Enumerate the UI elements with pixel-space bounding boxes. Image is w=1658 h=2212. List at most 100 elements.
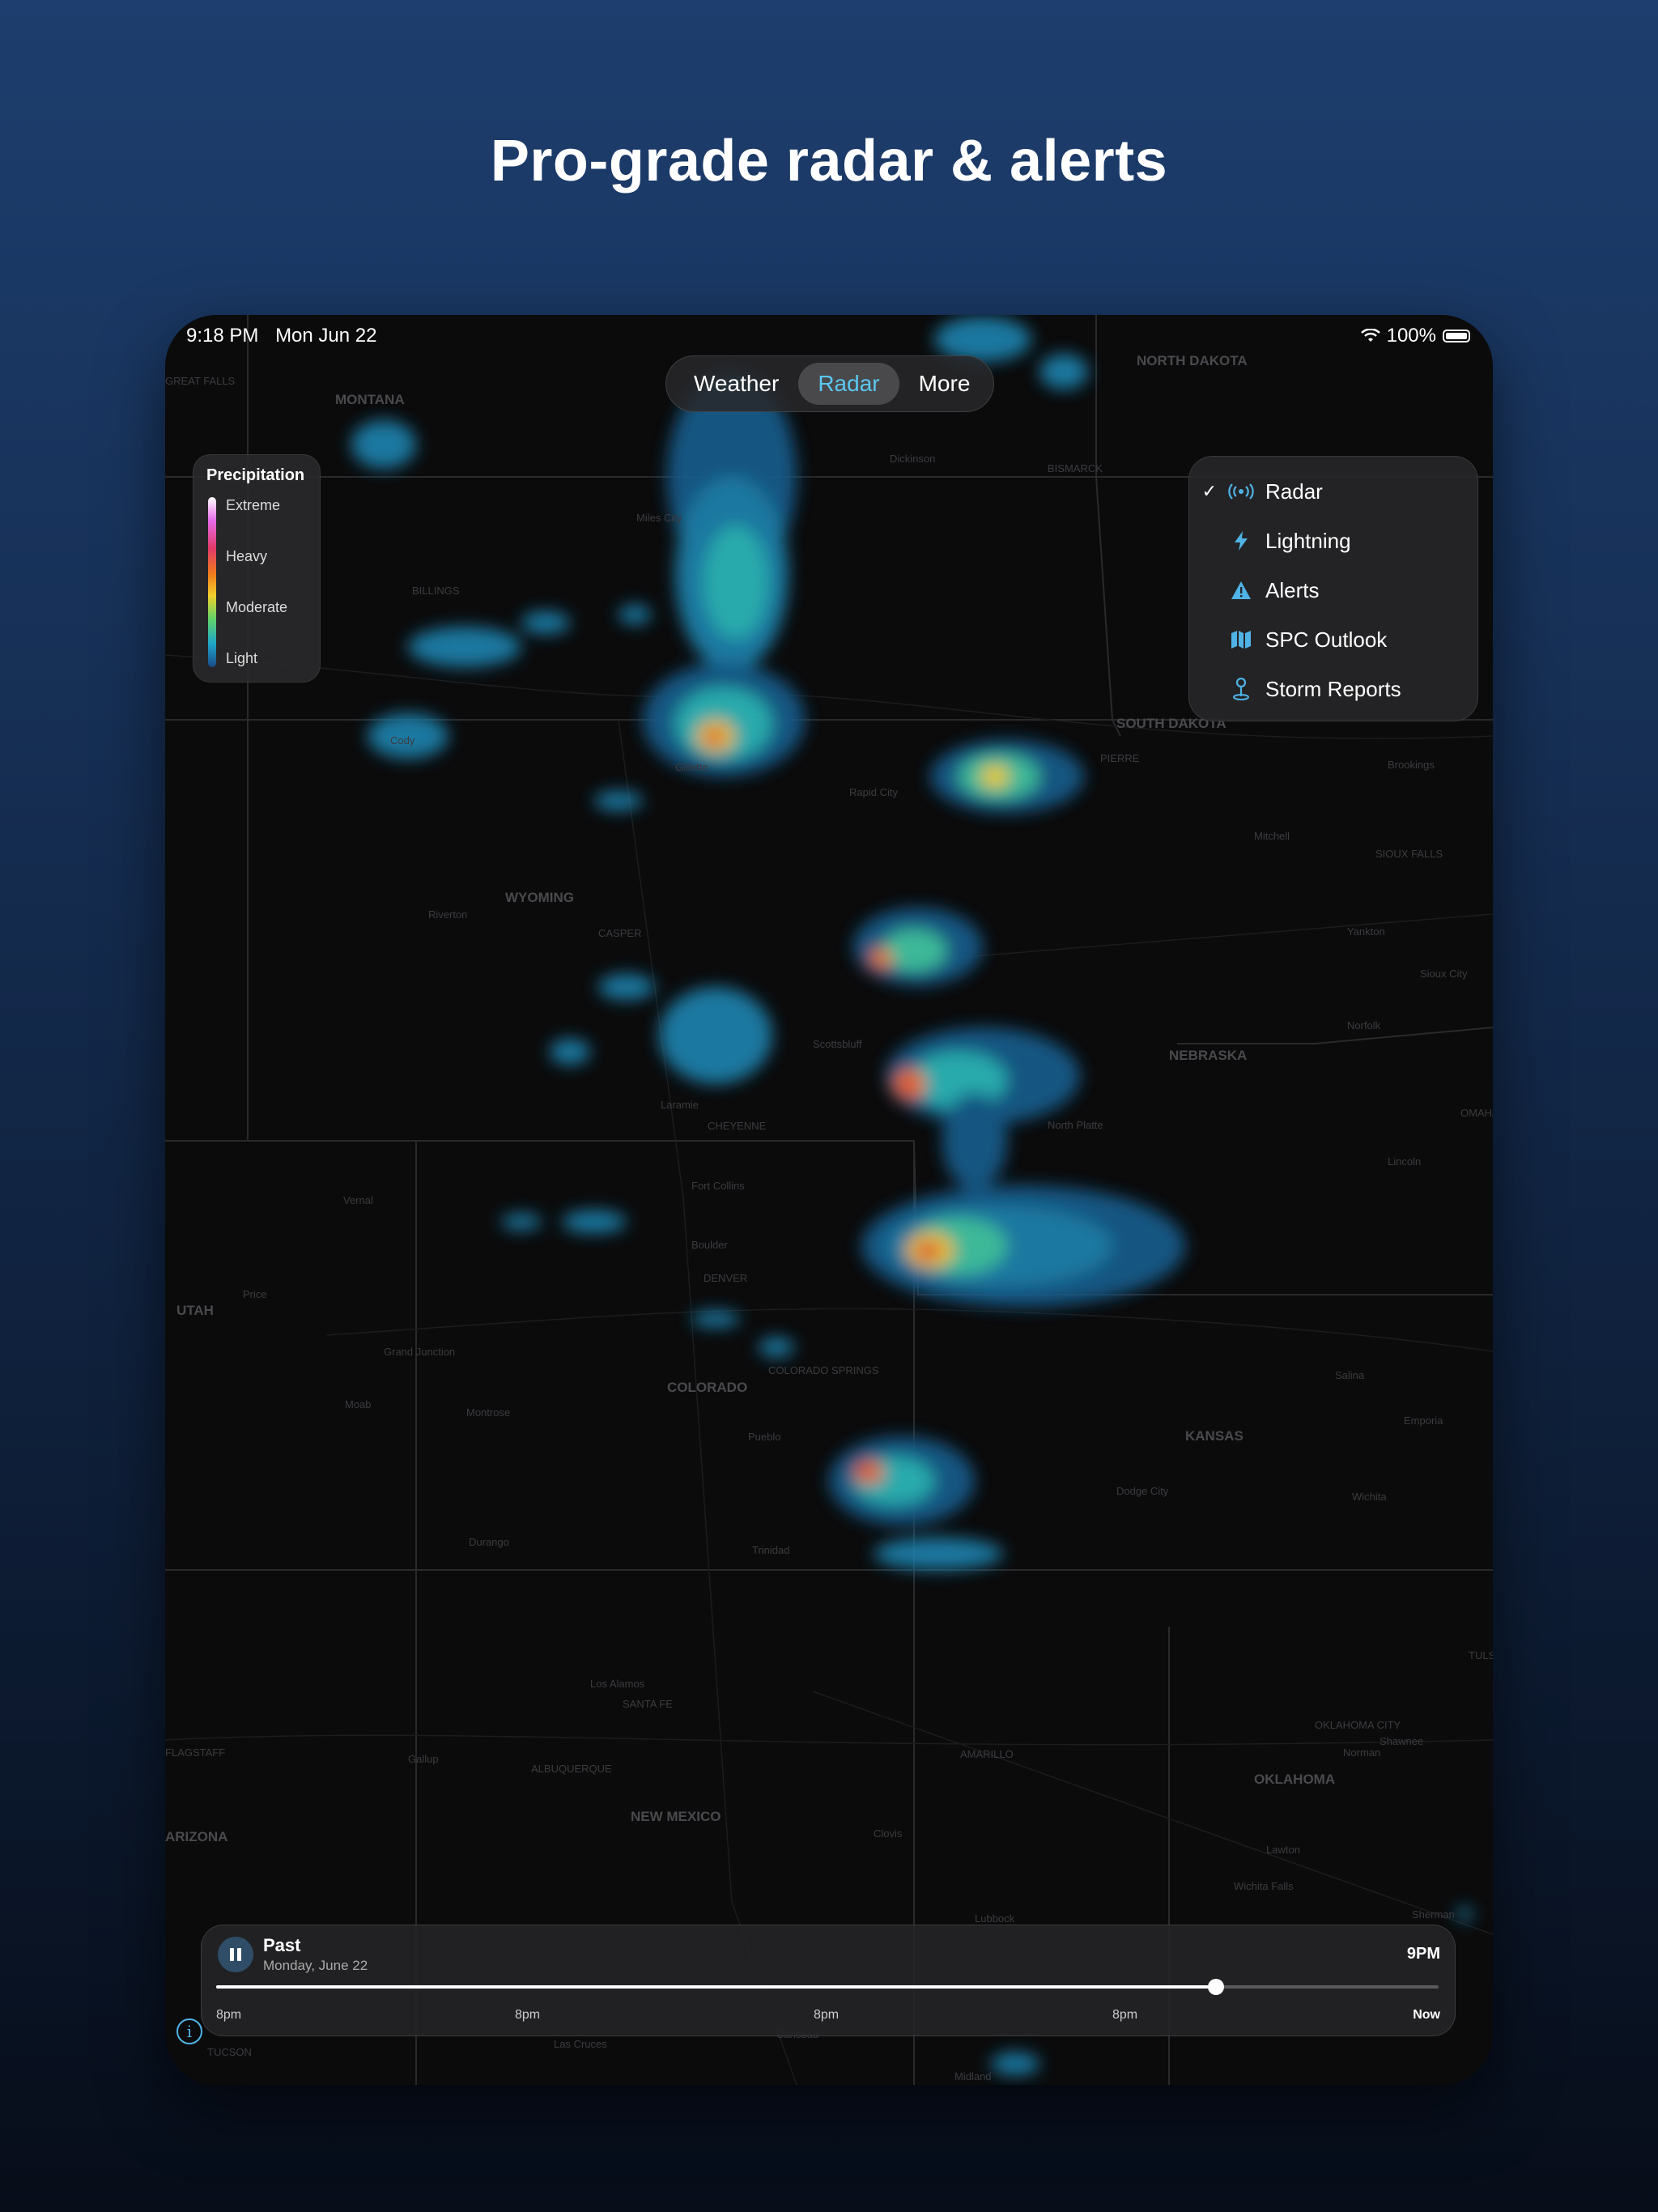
tab-weather[interactable]: Weather: [674, 363, 798, 405]
city-label: SIOUX FALLS: [1375, 848, 1443, 860]
timeline-title: Past: [263, 1935, 301, 1955]
wifi-icon: [1360, 329, 1380, 342]
storm-cell: [853, 908, 983, 985]
city-label: Brookings: [1388, 759, 1435, 771]
city-label: Dickinson: [890, 453, 935, 465]
city-label: Grand Junction: [384, 1346, 455, 1358]
city-label: DENVER: [704, 1272, 747, 1284]
city-label: Salina: [1335, 1369, 1365, 1381]
menu-item-storm-reports[interactable]: Storm Reports: [1189, 669, 1477, 709]
legend-level-extreme: Extreme: [226, 497, 281, 513]
state-label: NEBRASKA: [1169, 1048, 1247, 1063]
timeline-tick: 8pm: [814, 2008, 840, 2022]
city-label: Gallup: [408, 1753, 439, 1765]
city-label: OMAHA: [1460, 1107, 1493, 1119]
city-label: Yankton: [1347, 925, 1385, 938]
city-label: Clovis: [874, 1827, 903, 1840]
city-label: AMARILLO: [960, 1748, 1014, 1760]
city-label: Trinidad: [752, 1544, 789, 1556]
pause-icon: [230, 1948, 234, 1961]
state-label: MONTANA: [335, 392, 405, 407]
city-label: Emporia: [1404, 1414, 1443, 1427]
city-label: Vernal: [343, 1194, 373, 1206]
timeline-progress: [216, 1985, 1217, 1989]
tab-radar[interactable]: Radar: [798, 363, 899, 405]
city-label: BILLINGS: [412, 585, 460, 597]
view-switcher: Weather Radar More: [665, 355, 994, 412]
menu-item-label: Storm Reports: [1265, 676, 1401, 701]
timeline-current-time: 9PM: [1406, 1945, 1440, 1963]
city-label: OKLAHOMA CITY: [1315, 1719, 1401, 1731]
status-time: 9:18 PM Mon Jun 22: [186, 325, 376, 347]
device-frame: MONTANA NORTH DAKOTA SOUTH DAKOTA WYOMIN…: [165, 315, 1493, 2085]
city-label: Riverton: [428, 908, 467, 921]
lightning-bolt-icon: [1217, 530, 1265, 551]
timeline-tick: 8pm: [1112, 2008, 1138, 2022]
storm-cell: [930, 740, 1084, 813]
city-label: Laramie: [661, 1099, 699, 1111]
timeline-date: Monday, June 22: [263, 1958, 368, 1973]
city-label: Moab: [345, 1398, 372, 1410]
city-label: Lubbock: [975, 1912, 1015, 1925]
city-label: Rapid City: [849, 786, 898, 798]
state-label: NORTH DAKOTA: [1137, 353, 1248, 368]
legend-level-heavy: Heavy: [226, 548, 268, 564]
menu-item-lightning[interactable]: Lightning: [1189, 521, 1477, 561]
menu-item-spc-outlook[interactable]: SPC Outlook: [1189, 619, 1477, 660]
city-label: Dodge City: [1116, 1485, 1169, 1497]
city-label: TULSA: [1469, 1649, 1493, 1661]
city-label: Wichita Falls: [1234, 1880, 1294, 1892]
city-label: Los Alamos: [590, 1678, 645, 1690]
menu-item-label: SPC Outlook: [1265, 627, 1388, 652]
city-label: CASPER: [598, 927, 641, 939]
city-label: PIERRE: [1100, 752, 1140, 764]
legend-title: Precipitation: [206, 466, 305, 484]
precipitation-legend: Precipitation Extreme Heavy Moderate Lig…: [193, 454, 321, 683]
timeline-scrubber[interactable]: [216, 1979, 1439, 1995]
status-date: Mon Jun 22: [275, 325, 377, 347]
city-label: Gillette: [675, 761, 708, 773]
city-label: Cody: [390, 734, 415, 747]
map-pin-icon: [1217, 678, 1265, 700]
state-label: ARIZONA: [165, 1829, 227, 1844]
state-label: WYOMING: [505, 890, 574, 905]
city-label: Price: [243, 1288, 267, 1300]
timeline-tick: 8pm: [216, 2008, 242, 2022]
menu-item-alerts[interactable]: Alerts: [1189, 570, 1477, 610]
state-label: NEW MEXICO: [631, 1809, 721, 1824]
city-label: Durango: [469, 1536, 509, 1548]
menu-item-radar[interactable]: ✓ Radar: [1189, 471, 1477, 512]
menu-item-label: Radar: [1265, 479, 1323, 504]
headline: Pro-grade radar & alerts: [490, 129, 1168, 194]
city-label: Sioux City: [1420, 968, 1468, 980]
legend-color-scale: [208, 497, 216, 667]
pause-button[interactable]: [218, 1937, 253, 1972]
state-label: COLORADO: [667, 1380, 747, 1395]
city-label: BISMARCK: [1048, 462, 1103, 474]
timeline-tick: 8pm: [515, 2008, 541, 2022]
city-label: Mitchell: [1254, 830, 1290, 842]
city-label: Lincoln: [1388, 1155, 1421, 1168]
city-label: Boulder: [691, 1239, 728, 1251]
city-label: Pueblo: [748, 1431, 780, 1443]
checkmark-icon: ✓: [1201, 481, 1217, 501]
legend-level-moderate: Moderate: [226, 599, 288, 615]
city-label: SANTA FE: [623, 1698, 673, 1710]
city-label: Midland: [954, 2070, 992, 2082]
city-label: Fort Collins: [691, 1180, 745, 1192]
layers-menu: ✓ Radar Lightning Alerts SPC Outlook Sto…: [1188, 456, 1478, 721]
city-label: Wichita: [1352, 1491, 1387, 1503]
city-label: Norfolk: [1347, 1019, 1381, 1032]
timeline-panel: Past Monday, June 22 9PM 8pm 8pm 8pm 8pm…: [201, 1925, 1456, 2036]
menu-item-label: Alerts: [1265, 577, 1320, 602]
state-label: UTAH: [176, 1303, 214, 1318]
timeline-tick-now: Now: [1413, 2008, 1440, 2022]
city-label: CHEYENNE: [708, 1120, 767, 1132]
city-label: FLAGSTAFF: [165, 1746, 225, 1759]
tab-more[interactable]: More: [899, 363, 990, 405]
info-icon[interactable]: i: [176, 2018, 202, 2044]
battery-icon: [1443, 330, 1470, 342]
timeline-handle[interactable]: [1208, 1979, 1225, 1995]
warning-triangle-icon: [1217, 581, 1265, 600]
map-icon: [1217, 630, 1265, 649]
